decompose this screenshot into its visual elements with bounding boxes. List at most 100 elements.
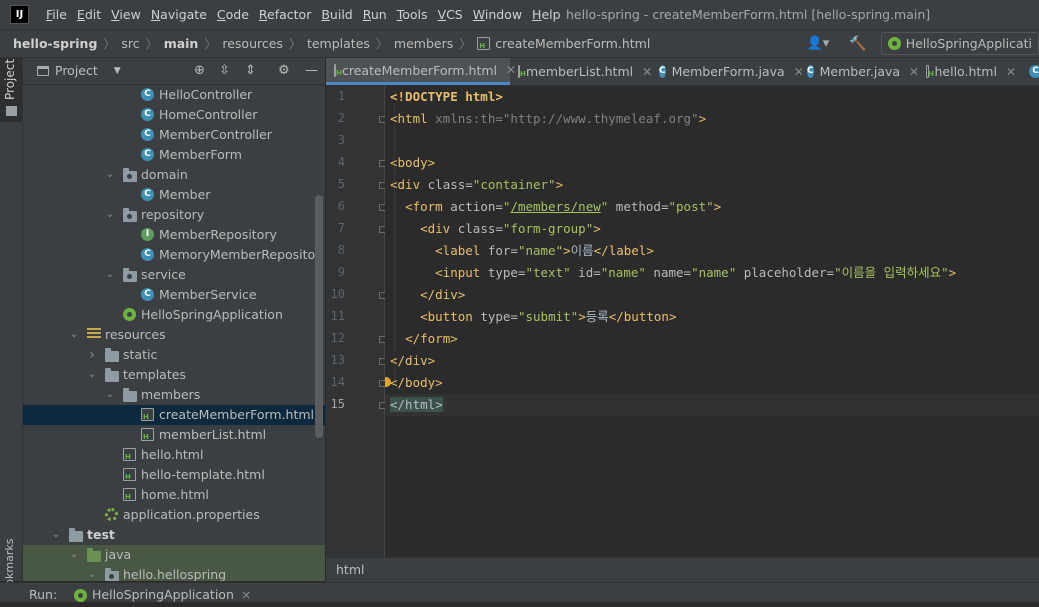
editor-tab[interactable]: C MemberForm.java ✕ bbox=[651, 58, 804, 85]
run-tab[interactable]: HelloSpringApplication × bbox=[74, 583, 251, 607]
menu-item-vcs[interactable]: VCS bbox=[438, 7, 463, 22]
breadcrumb-item-4[interactable]: templates bbox=[307, 36, 370, 51]
build-hammer-icon[interactable]: 🔨 bbox=[849, 36, 866, 52]
tree-item[interactable]: ⌄ java bbox=[23, 545, 325, 565]
tree-item[interactable]: application.properties bbox=[23, 505, 325, 525]
menu-item-edit[interactable]: Edit bbox=[77, 7, 101, 22]
menu-item-tools[interactable]: Tools bbox=[397, 7, 428, 22]
tree-item[interactable]: hello.html bbox=[23, 445, 325, 465]
toolbar-right: 👤▾ 🔨 HelloSpringApplicati bbox=[807, 30, 1039, 57]
user-icon[interactable]: 👤▾ bbox=[807, 36, 830, 51]
code-editor[interactable]: <!DOCTYPE html> <html xmlns:th="http://ww… bbox=[385, 86, 1039, 557]
editor-tab[interactable]: createMemberForm.html✕ bbox=[326, 58, 516, 85]
tree-item[interactable]: ⌄ domain bbox=[23, 165, 325, 185]
code-line[interactable]: </form> bbox=[390, 328, 458, 350]
line-number: 3 bbox=[337, 133, 345, 147]
class-icon: C bbox=[807, 65, 814, 78]
chevron-down-icon[interactable]: ⌄ bbox=[105, 385, 115, 405]
breadcrumb-item-5[interactable]: members bbox=[394, 36, 453, 51]
tree-item[interactable]: ⌄ hello.hellospring bbox=[23, 565, 325, 581]
editor-tab[interactable]: C Member.java ✕ bbox=[799, 58, 919, 85]
tree-item[interactable]: ⌄ resources bbox=[23, 325, 325, 345]
tree-item[interactable]: hello-template.html bbox=[23, 465, 325, 485]
chevron-down-icon[interactable]: ⌄ bbox=[105, 205, 115, 225]
editor-breadcrumb-item[interactable]: html bbox=[336, 558, 364, 582]
editor-tab[interactable]: hello.html ✕ bbox=[918, 58, 1024, 85]
tree-item[interactable]: home.html bbox=[23, 485, 325, 505]
tree-item[interactable]: C MemberForm bbox=[23, 145, 325, 165]
collapse-all-icon[interactable]: ⇕ bbox=[245, 58, 256, 84]
tree-item[interactable]: ⌄ members bbox=[23, 385, 325, 405]
menu-item-refactor[interactable]: Refactor bbox=[259, 7, 311, 22]
code-token: > bbox=[713, 199, 722, 214]
tree-item[interactable]: C MemberService bbox=[23, 285, 325, 305]
chevron-right-icon[interactable]: › bbox=[87, 345, 97, 365]
chevron-down-icon[interactable]: ⌄ bbox=[105, 165, 115, 185]
code-line[interactable]: <div class="container"> bbox=[390, 174, 563, 196]
tree-item[interactable]: ⌄ service bbox=[23, 265, 325, 285]
tree-item[interactable]: C HelloController bbox=[23, 85, 325, 105]
tree-item-label: MemberForm bbox=[159, 147, 242, 162]
chevron-down-icon[interactable]: ⌄ bbox=[69, 545, 79, 565]
code-line[interactable]: <div class="form-group"> bbox=[390, 218, 601, 240]
code-line[interactable]: </html> bbox=[385, 394, 1039, 416]
tree-item[interactable]: C MemberController bbox=[23, 125, 325, 145]
code-line[interactable]: <form action="/members/new" method="post… bbox=[390, 196, 721, 218]
menu-item-help[interactable]: Help bbox=[532, 7, 561, 22]
chevron-down-icon[interactable]: ⌄ bbox=[87, 365, 97, 385]
code-token: "post" bbox=[668, 199, 714, 214]
gear-icon[interactable]: ⚙ bbox=[278, 58, 290, 84]
folder-icon bbox=[105, 368, 119, 382]
close-icon[interactable]: ✕ bbox=[1006, 65, 1016, 79]
tree-item[interactable]: I MemberRepository bbox=[23, 225, 325, 245]
menu-item-build[interactable]: Build bbox=[321, 7, 352, 22]
chevron-down-icon[interactable]: ⌄ bbox=[87, 565, 97, 581]
tree-item[interactable]: C HomeController bbox=[23, 105, 325, 125]
breadcrumb-item-1[interactable]: src bbox=[121, 36, 139, 51]
chevron-down-icon[interactable]: ▼ bbox=[114, 58, 121, 84]
expand-all-icon[interactable]: ⇳ bbox=[219, 58, 230, 84]
breadcrumb-item-6[interactable]: createMemberForm.html bbox=[495, 36, 650, 51]
tree-item[interactable]: memberList.html bbox=[23, 425, 325, 445]
locate-target-icon[interactable]: ⊕ bbox=[194, 58, 205, 84]
tree-item[interactable]: ⌄ repository bbox=[23, 205, 325, 225]
tree-item[interactable]: ⌄ test bbox=[23, 525, 325, 545]
intellij-logo-icon[interactable]: IJ bbox=[10, 5, 29, 24]
code-line[interactable]: </div> bbox=[390, 284, 465, 306]
menu-item-run[interactable]: Run bbox=[363, 7, 387, 22]
code-token: > bbox=[698, 111, 707, 126]
tree-item[interactable]: C Member bbox=[23, 185, 325, 205]
code-line[interactable]: <input type="text" id="name" name="name"… bbox=[390, 262, 956, 284]
tree-item[interactable]: createMemberForm.html bbox=[23, 405, 325, 425]
code-line[interactable]: <html xmlns:th="http://www.thymeleaf.org… bbox=[390, 108, 706, 130]
code-line[interactable]: <body> bbox=[390, 152, 435, 174]
tree-item[interactable]: HelloSpringApplication bbox=[23, 305, 325, 325]
menu-item-navigate[interactable]: Navigate bbox=[151, 7, 207, 22]
menu-item-window[interactable]: Window bbox=[473, 7, 522, 22]
chevron-down-icon[interactable]: ⌄ bbox=[105, 265, 115, 285]
menu-item-file[interactable]: File bbox=[46, 7, 67, 22]
menu-item-code[interactable]: Code bbox=[217, 7, 249, 22]
tree-item[interactable]: › static bbox=[23, 345, 325, 365]
html-file-icon bbox=[141, 408, 154, 421]
project-view-selector[interactable]: Project ▼ bbox=[37, 58, 121, 84]
editor-tab[interactable]: memberList.html✕ bbox=[510, 58, 652, 85]
code-line[interactable]: <button type="submit">등록</button> bbox=[390, 306, 676, 328]
code-line[interactable]: <!DOCTYPE html> bbox=[390, 86, 503, 108]
close-icon[interactable]: × bbox=[241, 583, 251, 607]
run-configuration-selector[interactable]: HelloSpringApplicati bbox=[880, 32, 1039, 55]
main-menu: File Edit View Navigate Code Refactor Build Run… bbox=[46, 0, 571, 29]
code-line[interactable]: </body> bbox=[390, 372, 443, 394]
project-tool-tab-label[interactable]: Project bbox=[3, 59, 17, 100]
chevron-down-icon[interactable]: ⌄ bbox=[69, 325, 79, 345]
chevron-down-icon[interactable]: ⌄ bbox=[51, 525, 61, 545]
hide-panel-icon[interactable]: — bbox=[305, 58, 318, 84]
tree-item[interactable]: C MemoryMemberReposito bbox=[23, 245, 325, 265]
menu-item-view[interactable]: View bbox=[111, 7, 141, 22]
tree-item[interactable]: ⌄ templates bbox=[23, 365, 325, 385]
breadcrumb-item-0[interactable]: hello-spring bbox=[13, 36, 97, 51]
breadcrumb-item-2[interactable]: main bbox=[164, 36, 199, 51]
code-line[interactable]: </div> bbox=[390, 350, 435, 372]
code-line[interactable]: <label for="name">이름</label> bbox=[390, 240, 654, 262]
breadcrumb-item-3[interactable]: resources bbox=[222, 36, 283, 51]
